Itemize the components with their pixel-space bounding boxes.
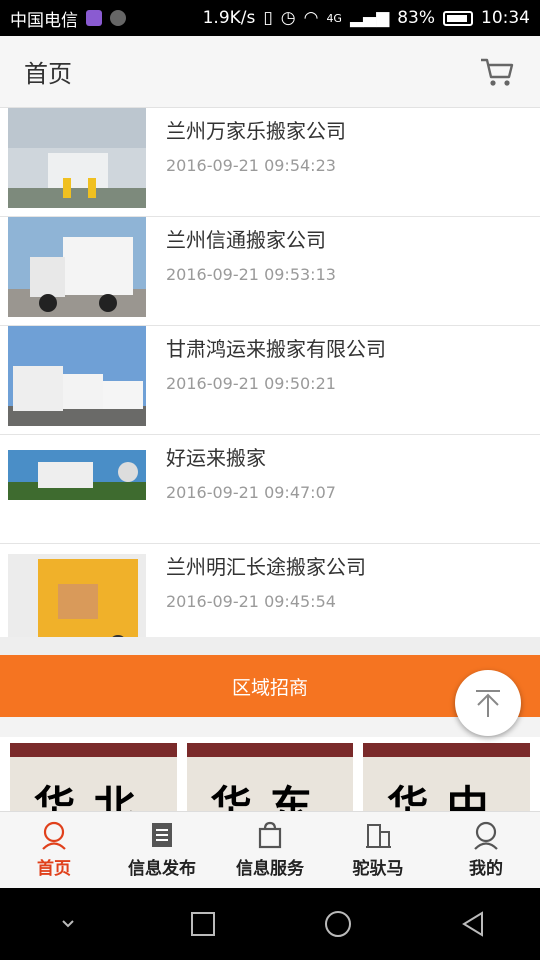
bottom-tab-bar: 首页 信息发布 信息服务 驼驮马 我的 — [0, 811, 540, 888]
item-thumbnail — [8, 108, 146, 208]
tab-mine[interactable]: 我的 — [432, 812, 540, 888]
tab-label: 信息服务 — [236, 859, 304, 879]
list-item[interactable]: 好运来搬家 2016-09-21 09:47:07 — [0, 435, 540, 544]
status-bar: 中国电信 1.9K/s ▯ ◷ ◠ 4G ▂▄▆ 83% 10:34 — [0, 0, 540, 36]
network-speed: 1.9K/s — [202, 8, 256, 28]
avatar-notification-icon — [110, 10, 126, 26]
tab-label: 首页 — [37, 859, 71, 879]
tab-home[interactable]: 首页 — [0, 812, 108, 888]
battery-percent: 83% — [397, 8, 435, 28]
battery-icon — [443, 10, 473, 26]
cart-icon[interactable] — [478, 55, 516, 89]
item-title: 兰州明汇长途搬家公司 — [166, 555, 366, 579]
region-card-north[interactable]: 华北 — [10, 743, 177, 811]
item-title: 甘肃鸿运来搬家有限公司 — [166, 337, 386, 361]
arrow-up-icon — [476, 690, 500, 717]
item-date: 2016-09-21 09:47:07 — [166, 483, 336, 502]
item-title: 兰州万家乐搬家公司 — [166, 119, 346, 143]
item-date: 2016-09-21 09:54:23 — [166, 156, 336, 175]
alarm-icon: ◷ — [280, 8, 296, 28]
bag-icon — [258, 821, 282, 849]
user-icon — [42, 821, 66, 850]
building-icon — [366, 824, 391, 848]
app-header: 首页 — [0, 36, 540, 108]
banner-label: 区域招商 — [231, 676, 308, 699]
network-type: 4G — [326, 11, 342, 25]
item-thumbnail — [8, 450, 146, 500]
system-nav-bar — [0, 888, 540, 960]
recents-icon[interactable] — [188, 909, 218, 939]
item-thumbnail — [8, 326, 146, 426]
scroll-to-top-button[interactable] — [455, 670, 521, 736]
region-card-east[interactable]: 华东 — [186, 743, 354, 811]
signal-icon: ▂▄▆ — [349, 8, 390, 28]
document-icon — [152, 823, 172, 847]
clock: 10:34 — [481, 8, 530, 28]
tab-service[interactable]: 信息服务 — [216, 812, 324, 888]
item-thumbnail — [8, 217, 146, 317]
company-list: 兰州万家乐搬家公司 2016-09-21 09:54:23 兰州信通搬家公司 2… — [0, 108, 540, 654]
page-title: 首页 — [24, 60, 72, 88]
home-icon[interactable] — [323, 909, 353, 939]
tab-label: 我的 — [469, 859, 503, 879]
profile-icon — [474, 821, 498, 850]
item-title: 好运来搬家 — [166, 446, 266, 470]
item-date: 2016-09-21 09:45:54 — [166, 592, 336, 611]
vibrate-icon: ▯ — [263, 8, 273, 28]
region-label: 华东 — [210, 782, 331, 811]
list-item[interactable]: 甘肃鸿运来搬家有限公司 2016-09-21 09:50:21 — [0, 326, 540, 435]
list-item[interactable]: 兰州信通搬家公司 2016-09-21 09:53:13 — [0, 217, 540, 326]
item-date: 2016-09-21 09:53:13 — [166, 265, 336, 284]
chevron-down-icon[interactable] — [53, 909, 83, 939]
gallery-notification-icon — [86, 10, 102, 26]
back-icon[interactable] — [458, 909, 488, 939]
tab-publish[interactable]: 信息发布 — [108, 812, 216, 888]
region-card-central[interactable]: 华中 — [363, 743, 531, 811]
tab-label: 驼驮马 — [352, 859, 404, 879]
tab-label: 信息发布 — [128, 859, 196, 879]
carrier-label: 中国电信 — [10, 10, 78, 31]
section-divider — [0, 637, 540, 655]
item-date: 2016-09-21 09:50:21 — [166, 374, 336, 393]
tab-camel[interactable]: 驼驮马 — [324, 812, 432, 888]
region-cards: 华北 华东 华中 — [0, 737, 540, 811]
wifi-icon: ◠ — [303, 8, 319, 28]
item-title: 兰州信通搬家公司 — [166, 228, 326, 252]
list-item[interactable]: 兰州万家乐搬家公司 2016-09-21 09:54:23 — [0, 108, 540, 217]
region-label: 华北 — [33, 782, 154, 811]
region-label: 华中 — [386, 782, 507, 811]
